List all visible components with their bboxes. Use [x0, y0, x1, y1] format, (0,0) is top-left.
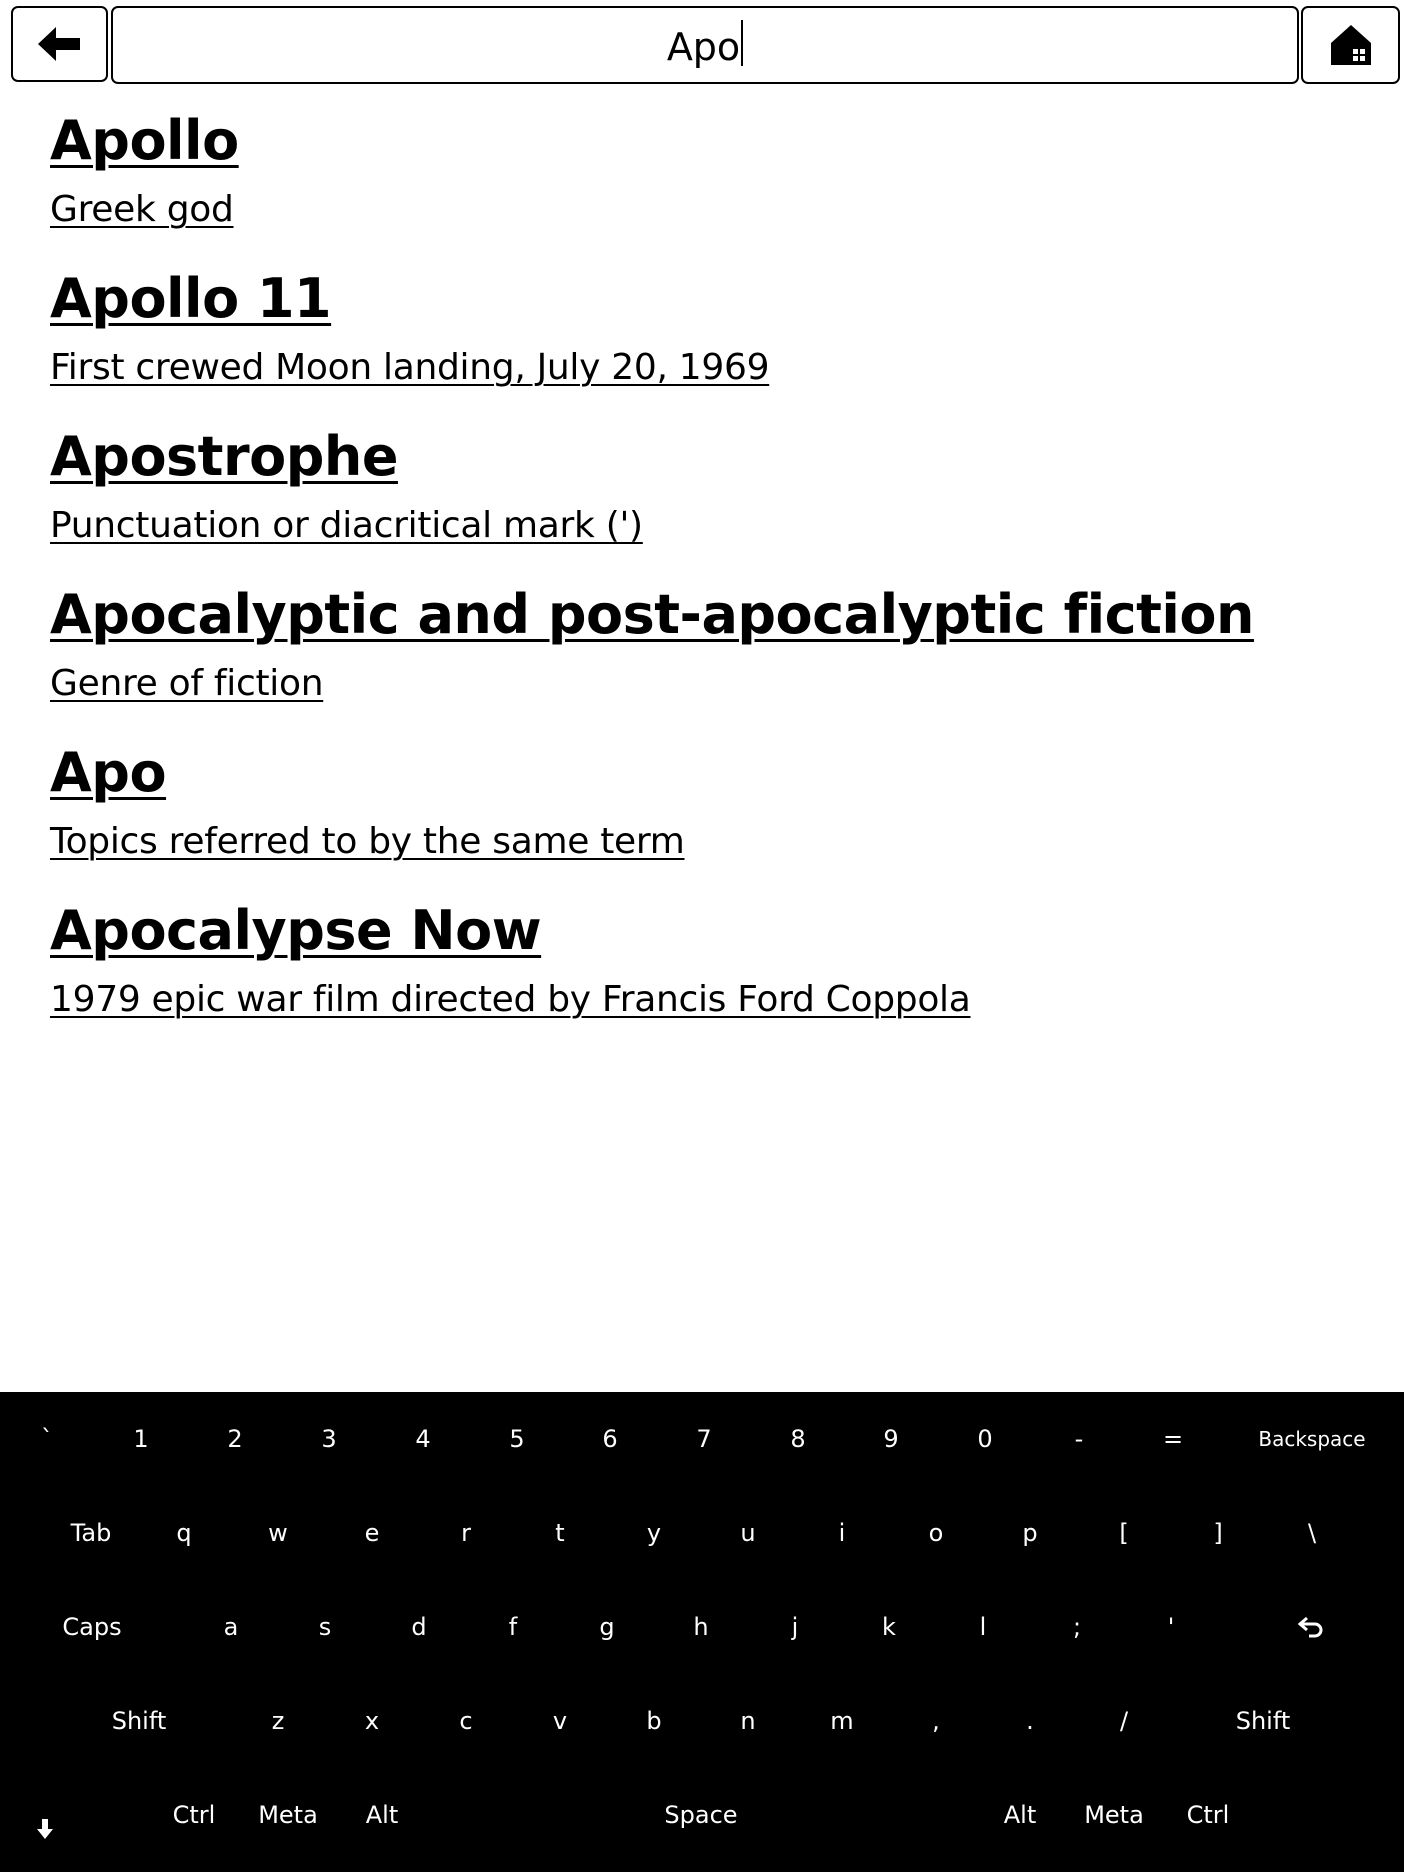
key-alt-right[interactable]: Alt	[973, 1768, 1067, 1862]
key-shift-left[interactable]: Shift	[80, 1674, 198, 1768]
keyboard-row-numbers: ` 1 2 3 4 5 6 7 8 9 0 - = Backspace	[0, 1392, 1404, 1486]
key-period[interactable]: .	[983, 1674, 1077, 1768]
key-meta-right[interactable]: Meta	[1067, 1768, 1161, 1862]
hide-keyboard-icon	[37, 1819, 53, 1839]
key-y[interactable]: y	[607, 1486, 701, 1580]
search-results: Apollo Greek god Apollo 11 First crewed …	[50, 100, 1370, 1048]
on-screen-keyboard: ` 1 2 3 4 5 6 7 8 9 0 - = Backspace Tab …	[0, 1392, 1404, 1872]
key-space[interactable]: Space	[429, 1768, 973, 1862]
key-u[interactable]: u	[701, 1486, 795, 1580]
key-e[interactable]: e	[325, 1486, 419, 1580]
key-n[interactable]: n	[701, 1674, 795, 1768]
result-description[interactable]: Genre of fiction	[50, 656, 1370, 712]
search-input[interactable]: Apo	[111, 6, 1299, 84]
key-4[interactable]: 4	[376, 1392, 470, 1486]
keyboard-row-modifiers: Ctrl Meta Alt Space Alt Meta Ctrl	[0, 1768, 1404, 1862]
result-item: Apocalyptic and post-apocalyptic fiction…	[50, 574, 1370, 712]
key-d[interactable]: d	[372, 1580, 466, 1674]
result-title-link[interactable]: Apocalyptic and post-apocalyptic fiction	[50, 574, 1254, 656]
result-item: Apollo 11 First crewed Moon landing, Jul…	[50, 258, 1370, 396]
result-title-link[interactable]: Apollo 11	[50, 258, 332, 340]
result-title-link[interactable]: Apollo	[50, 100, 239, 182]
key-caps[interactable]: Caps	[44, 1580, 140, 1674]
key-backspace[interactable]: Backspace	[1220, 1392, 1404, 1486]
key-s[interactable]: s	[278, 1580, 372, 1674]
key-tab[interactable]: Tab	[44, 1486, 138, 1580]
key-left-bracket[interactable]: [	[1077, 1486, 1171, 1580]
home-icon	[1330, 25, 1371, 65]
key-q[interactable]: q	[137, 1486, 231, 1580]
arrow-left-icon	[37, 27, 80, 61]
back-button[interactable]	[11, 6, 108, 82]
key-f[interactable]: f	[466, 1580, 560, 1674]
result-description[interactable]: First crewed Moon landing, July 20, 1969	[50, 340, 1370, 396]
key-x[interactable]: x	[325, 1674, 419, 1768]
key-w[interactable]: w	[231, 1486, 325, 1580]
key-ctrl-left[interactable]: Ctrl	[147, 1768, 241, 1862]
result-item: Apo Topics referred to by the same term	[50, 732, 1370, 870]
key-enter[interactable]	[1264, 1580, 1358, 1674]
key-comma[interactable]: ,	[889, 1674, 983, 1768]
key-right-bracket[interactable]: ]	[1171, 1486, 1265, 1580]
enter-icon	[1297, 1616, 1323, 1638]
key-5[interactable]: 5	[470, 1392, 564, 1486]
key-j[interactable]: j	[748, 1580, 842, 1674]
result-item: Apostrophe Punctuation or diacritical ma…	[50, 416, 1370, 554]
search-input-value: Apo	[666, 25, 741, 69]
hide-keyboard-button[interactable]	[0, 1782, 90, 1876]
result-description[interactable]: Punctuation or diacritical mark (')	[50, 498, 1370, 554]
keyboard-row-home-letters: Caps a s d f g h j k l ; '	[0, 1580, 1404, 1674]
key-g[interactable]: g	[560, 1580, 654, 1674]
keyboard-row-top-letters: Tab q w e r t y u i o p [ ] \	[0, 1486, 1404, 1580]
key-ctrl-right[interactable]: Ctrl	[1161, 1768, 1255, 1862]
top-bar: Apo	[0, 0, 1404, 90]
key-b[interactable]: b	[607, 1674, 701, 1768]
key-semicolon[interactable]: ;	[1030, 1580, 1124, 1674]
key-h[interactable]: h	[654, 1580, 748, 1674]
key-backslash[interactable]: \	[1265, 1486, 1359, 1580]
key-3[interactable]: 3	[282, 1392, 376, 1486]
result-title-link[interactable]: Apostrophe	[50, 416, 398, 498]
key-k[interactable]: k	[842, 1580, 936, 1674]
key-a[interactable]: a	[184, 1580, 278, 1674]
key-p[interactable]: p	[983, 1486, 1077, 1580]
result-title-link[interactable]: Apo	[50, 732, 167, 814]
result-item: Apollo Greek god	[50, 100, 1370, 238]
key-l[interactable]: l	[936, 1580, 1030, 1674]
result-description[interactable]: Greek god	[50, 182, 1370, 238]
result-title-link[interactable]: Apocalypse Now	[50, 890, 542, 972]
home-button[interactable]	[1301, 6, 1400, 84]
key-t[interactable]: t	[513, 1486, 607, 1580]
key-meta-left[interactable]: Meta	[241, 1768, 335, 1862]
key-c[interactable]: c	[419, 1674, 513, 1768]
key-equals[interactable]: =	[1126, 1392, 1220, 1486]
key-9[interactable]: 9	[844, 1392, 938, 1486]
key-0[interactable]: 0	[938, 1392, 1032, 1486]
key-z[interactable]: z	[231, 1674, 325, 1768]
text-cursor	[741, 20, 744, 66]
key-i[interactable]: i	[795, 1486, 889, 1580]
result-description[interactable]: Topics referred to by the same term	[50, 814, 1370, 870]
key-slash[interactable]: /	[1077, 1674, 1171, 1768]
key-r[interactable]: r	[419, 1486, 513, 1580]
key-o[interactable]: o	[889, 1486, 983, 1580]
key-apostrophe[interactable]: '	[1124, 1580, 1218, 1674]
key-2[interactable]: 2	[188, 1392, 282, 1486]
key-m[interactable]: m	[795, 1674, 889, 1768]
keyboard-row-bottom-letters: Shift z x c v b n m , . / Shift	[0, 1674, 1404, 1768]
key-8[interactable]: 8	[751, 1392, 845, 1486]
result-description[interactable]: 1979 epic war film directed by Francis F…	[50, 972, 1370, 1028]
key-v[interactable]: v	[513, 1674, 607, 1768]
result-item: Apocalypse Now 1979 epic war film direct…	[50, 890, 1370, 1028]
key-minus[interactable]: -	[1032, 1392, 1126, 1486]
key-alt-left[interactable]: Alt	[335, 1768, 429, 1862]
key-7[interactable]: 7	[657, 1392, 751, 1486]
key-backtick[interactable]: `	[0, 1392, 94, 1486]
key-1[interactable]: 1	[94, 1392, 188, 1486]
key-6[interactable]: 6	[563, 1392, 657, 1486]
key-shift-right[interactable]: Shift	[1204, 1674, 1322, 1768]
